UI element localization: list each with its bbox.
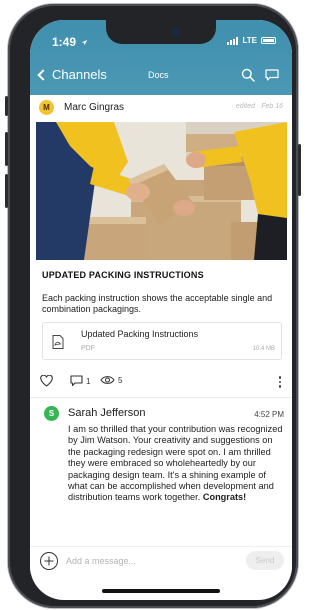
signal-icon: [227, 36, 239, 45]
reply-author-name[interactable]: Sarah Jefferson: [68, 407, 145, 419]
divider: [30, 397, 292, 398]
search-icon[interactable]: [241, 68, 255, 82]
channel-title: Docs: [148, 70, 169, 80]
chevron-left-icon: [37, 68, 49, 81]
plus-icon[interactable]: [40, 552, 58, 570]
comment-button[interactable]: 1: [70, 375, 90, 387]
volume-up-button: [5, 132, 8, 166]
heart-icon: [40, 375, 53, 387]
reply-message-bold: Congrats!: [202, 492, 247, 503]
views-indicator: 5: [100, 375, 122, 385]
reply-avatar[interactable]: S: [44, 406, 59, 421]
status-time-text: 1:49: [52, 35, 77, 49]
camera: [172, 28, 180, 36]
author-avatar[interactable]: M: [39, 99, 54, 115]
post-actions: 1 5: [40, 375, 282, 391]
home-indicator[interactable]: [102, 589, 220, 593]
reply-timestamp: 4:52 PM: [254, 410, 284, 419]
message-composer: Send: [30, 546, 292, 574]
post-title: UPDATED PACKING INSTRUCTIONS: [42, 270, 204, 280]
attachment-name: Updated Packing Instructions: [81, 329, 199, 339]
reply-message-text: I am so thrilled that your contribution …: [68, 424, 283, 503]
post-author-row: M Marc Gingras edited · Feb 16: [30, 95, 292, 119]
chat-icon[interactable]: [265, 69, 279, 81]
author-name[interactable]: Marc Gingras: [64, 102, 124, 113]
more-options-icon[interactable]: [278, 376, 282, 388]
comment-count: 1: [86, 376, 91, 386]
attachment-card[interactable]: Updated Packing Instructions PDF 10.4 MB: [42, 322, 282, 360]
phone-frame: 1:49 LTE Channels Docs M Marc Gingras ed…: [5, 4, 301, 608]
back-label: Channels: [52, 67, 107, 82]
eye-icon: [100, 376, 115, 384]
status-time: 1:49: [52, 35, 88, 49]
edited-label: edited · Feb 16: [235, 103, 283, 110]
post-description: Each packing instruction shows the accep…: [42, 293, 273, 314]
location-arrow-icon: [82, 39, 88, 46]
attachment-size: 10.4 MB: [252, 346, 275, 352]
battery-icon: [261, 37, 276, 44]
pdf-file-icon: [52, 335, 64, 349]
notch: [106, 20, 216, 44]
reply-message: I am so thrilled that your contribution …: [68, 424, 286, 504]
view-count: 5: [118, 375, 123, 385]
power-button: [298, 144, 301, 196]
packing-photo-illustration: [36, 122, 287, 260]
post-image[interactable]: [36, 122, 287, 260]
back-button[interactable]: Channels: [37, 67, 107, 82]
app-screen: 1:49 LTE Channels Docs M Marc Gingras ed…: [30, 20, 292, 600]
send-button[interactable]: Send: [246, 551, 284, 570]
message-input[interactable]: [66, 553, 236, 569]
volume-down-button: [5, 174, 8, 208]
attachment-type: PDF: [81, 345, 95, 352]
mute-switch: [5, 96, 8, 116]
comment-icon: [70, 375, 83, 387]
network-label: LTE: [242, 36, 257, 45]
status-indicators: LTE: [227, 36, 276, 45]
like-button[interactable]: [40, 375, 53, 387]
